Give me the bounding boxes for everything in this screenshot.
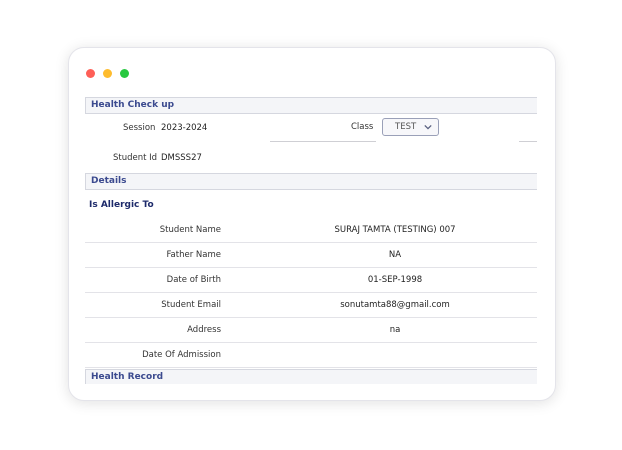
page-content: Health Check up Session 2023-2024 Class …: [85, 97, 537, 384]
detail-label: Student Name: [159, 225, 221, 235]
detail-label: Date of Birth: [166, 275, 221, 285]
detail-row-date-of-admission: Date Of Admission: [85, 342, 537, 368]
detail-value: sonutamta88@gmail.com: [340, 300, 450, 310]
detail-label: Date Of Admission: [142, 350, 221, 360]
session-underline: [270, 141, 376, 142]
detail-label: Father Name: [166, 250, 221, 260]
class-label: Class: [351, 122, 374, 132]
detail-row-father-name: Father Name NA: [85, 242, 537, 268]
detail-row-address: Address na: [85, 317, 537, 343]
detail-row-student-name: Student Name SURAJ TAMTA (TESTING) 007: [85, 217, 537, 243]
chevron-down-icon: [424, 124, 432, 130]
class-select[interactable]: TEST: [382, 118, 439, 136]
maximize-window-button[interactable]: [120, 69, 129, 78]
browser-window: Health Check up Session 2023-2024 Class …: [68, 47, 556, 401]
detail-label: Student Email: [161, 300, 221, 310]
detail-row-date-of-birth: Date of Birth 01-SEP-1998: [85, 267, 537, 293]
close-window-button[interactable]: [86, 69, 95, 78]
class-select-value: TEST: [395, 122, 417, 132]
detail-label: Address: [187, 325, 221, 335]
session-value: 2023-2024: [161, 123, 208, 133]
detail-value: NA: [388, 250, 402, 260]
minimize-window-button[interactable]: [103, 69, 112, 78]
section-header-health-record: Health Record: [85, 369, 537, 384]
detail-value: 01-SEP-1998: [367, 275, 423, 285]
student-id-value: DMSSS27: [161, 153, 202, 163]
section-header-details: Details: [85, 173, 537, 190]
student-id-label: Student Id: [113, 153, 158, 163]
session-label: Session: [123, 123, 156, 133]
detail-value: na: [389, 325, 401, 335]
allergic-label: Is Allergic To: [89, 200, 154, 210]
section-header-health-check: Health Check up: [85, 97, 537, 114]
window-controls: [86, 69, 129, 78]
detail-row-student-email: Student Email sonutamta88@gmail.com: [85, 292, 537, 318]
detail-value: SURAJ TAMTA (TESTING) 007: [334, 225, 456, 235]
class-right-underline: [519, 141, 537, 142]
